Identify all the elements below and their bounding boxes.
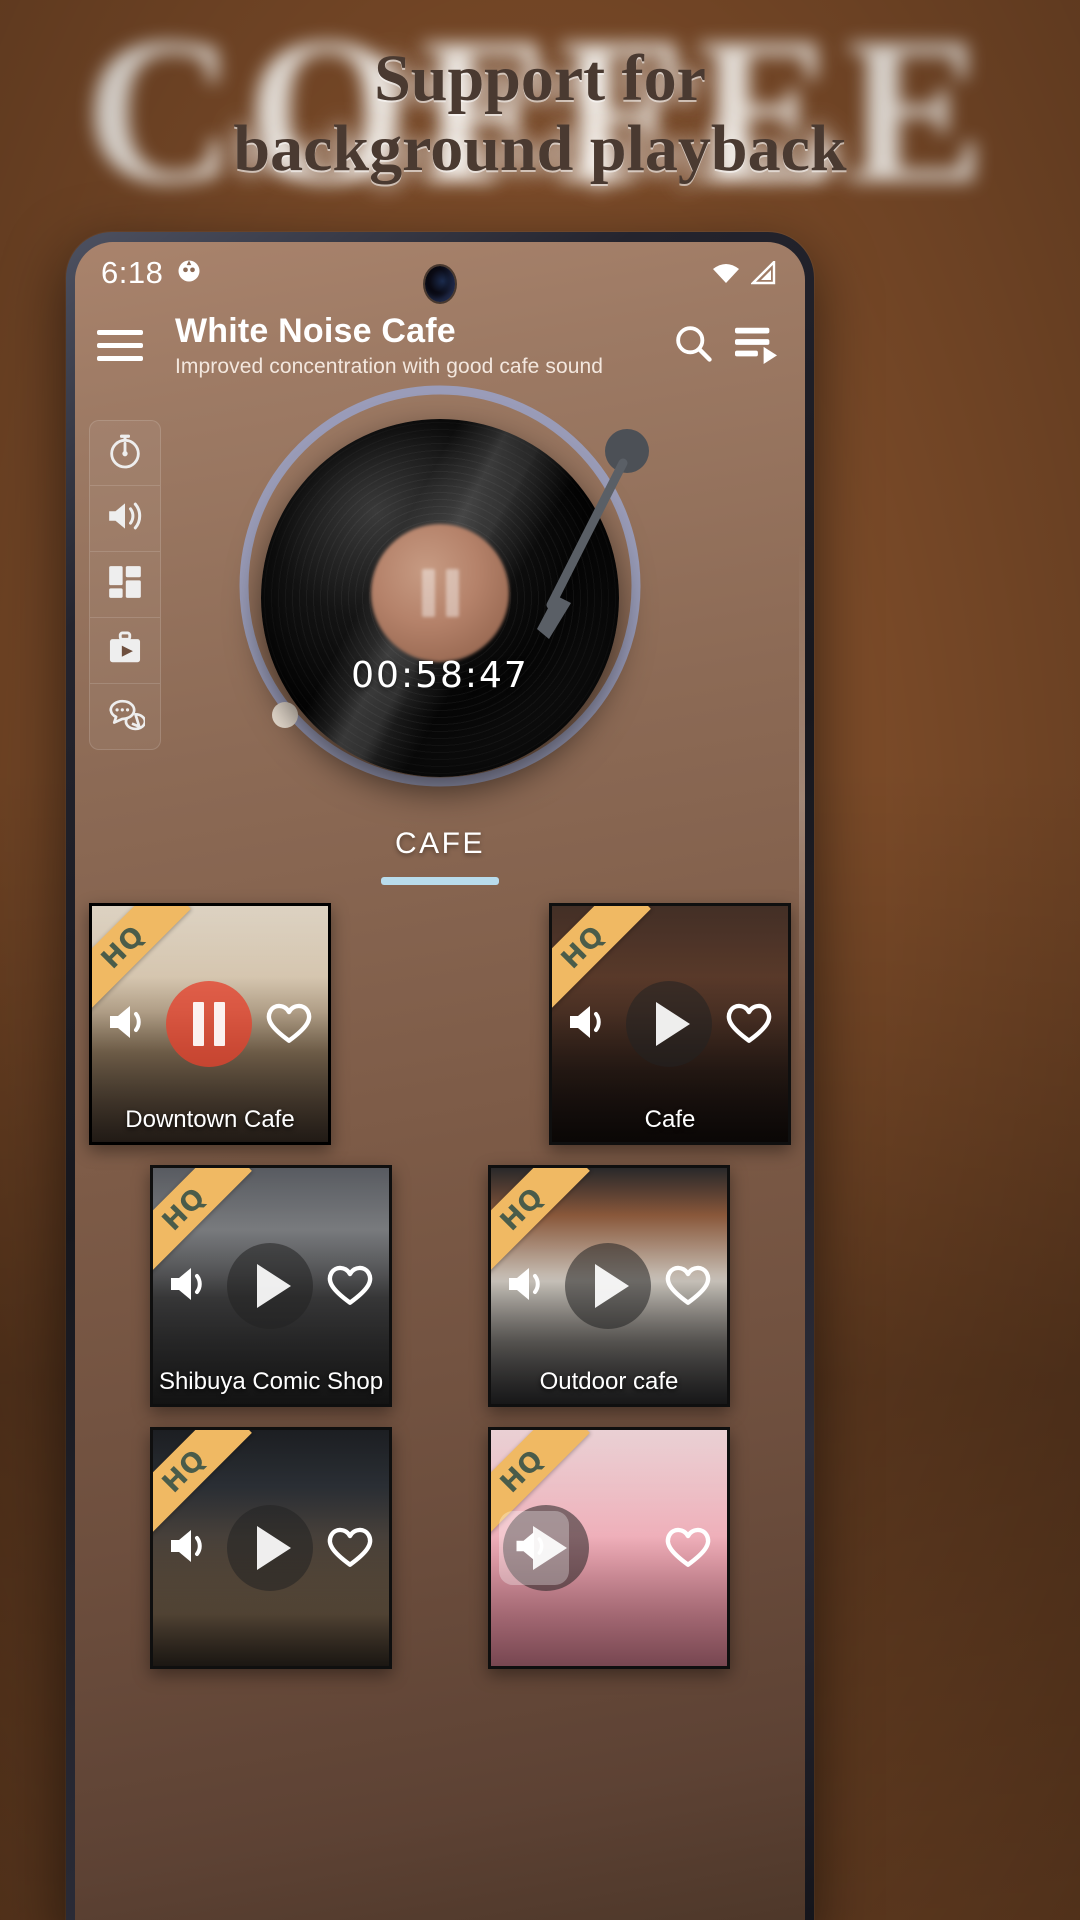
status-time: 6:18 [101,255,164,290]
card-title: Shibuya Comic Shop [158,1368,384,1396]
playlist-play-icon[interactable] [733,322,779,369]
sound-card[interactable]: HQ [150,1165,392,1408]
card-row: HQ [89,1165,791,1408]
pause-bar [421,569,435,618]
heart-icon[interactable] [323,1521,377,1576]
card-controls [153,1243,389,1330]
volume-icon[interactable] [564,998,616,1051]
sound-card[interactable]: HQ [89,903,331,1146]
elapsed-time: 00:58:47 [351,655,529,697]
play-button[interactable] [626,981,712,1068]
play-icon [257,1526,291,1571]
heart-icon[interactable] [661,1521,715,1576]
page-title: White Noise Cafe [175,312,456,350]
phone-screen: 6:18 White Noise Cafe Improved concentra… [75,242,805,1920]
volume-icon[interactable] [165,1260,217,1313]
promo-headline: Support for background playback [0,44,1080,184]
card-row: HQ [89,1427,791,1670]
volume-icon[interactable] [165,1522,217,1575]
sidebar-item-volume[interactable] [89,486,161,552]
pause-bar [445,569,459,618]
hamburger-line [97,343,143,349]
sound-card[interactable]: HQ [488,1427,730,1670]
side-rail [89,420,161,750]
pause-icon [421,569,459,618]
headphone-notification-icon [175,257,203,290]
timer-icon [105,431,145,476]
volume-icon[interactable] [503,1260,555,1313]
volume-icon [511,1525,557,1572]
heart-icon[interactable] [262,997,316,1052]
play-button[interactable] [227,1505,313,1592]
volume-icon-chip[interactable] [499,1511,569,1586]
page-subtitle: Improved concentration with good cafe so… [175,355,604,379]
heart-icon[interactable] [323,1259,377,1314]
promo-line-1: Support for [374,42,706,115]
sidebar-item-timer[interactable] [89,420,161,486]
card-controls [491,1243,727,1330]
status-bar-left: 6:18 [101,255,203,291]
card-controls [153,1505,389,1592]
chat-icon [105,695,147,738]
record-label[interactable] [371,524,509,663]
hamburger-menu-icon[interactable] [97,330,143,362]
volume-icon[interactable] [104,998,156,1051]
card-controls [92,981,328,1068]
briefcase-play-icon [105,629,145,672]
sidebar-item-mix[interactable] [89,552,161,618]
tab-indicator [381,877,499,886]
turntable: 00:58:47 [225,385,655,793]
play-button[interactable] [227,1243,313,1330]
sound-card[interactable]: HQ [549,903,791,1146]
tab-cafe[interactable]: CAFE [75,827,805,861]
volume-icon [104,497,146,540]
card-title: Outdoor cafe [539,1368,679,1396]
grid-icon [106,563,144,606]
phone-frame: 6:18 White Noise Cafe Improved concentra… [66,232,814,1920]
pause-button[interactable] [166,981,252,1068]
pause-bar [214,1002,225,1047]
tab-strip: CAFE [75,827,805,886]
play-icon [257,1264,291,1309]
card-controls [552,981,788,1068]
promo-line-2: background playback [233,111,847,185]
card-controls [491,1505,727,1592]
front-camera-icon [425,266,455,302]
play-icon [656,1002,690,1047]
sidebar-item-community[interactable] [89,684,161,750]
sound-card[interactable]: HQ [488,1165,730,1408]
heart-icon[interactable] [661,1259,715,1314]
signal-icon [750,259,777,285]
sidebar-item-scenes[interactable] [89,618,161,684]
pause-icon [193,1002,225,1047]
play-button[interactable] [565,1243,651,1330]
card-title: Downtown Cafe [125,1106,295,1134]
card-title: Cafe [644,1106,696,1134]
heart-icon[interactable] [722,997,776,1052]
sound-card-grid: HQ Downtown Cafe HQ Cafe HQ Shibuya Comi… [75,903,805,1670]
header-titles: White Noise Cafe Improved concentration … [161,312,653,379]
search-icon[interactable] [671,321,715,370]
wifi-icon [711,262,741,284]
pause-bar [193,1002,204,1047]
play-icon [595,1264,629,1309]
app-header: White Noise Cafe Improved concentration … [75,304,805,389]
hamburger-line [97,330,143,336]
sound-card[interactable]: HQ [150,1427,392,1670]
status-bar-right [711,259,777,285]
hamburger-line [97,356,143,362]
tonearm-icon [537,429,649,640]
